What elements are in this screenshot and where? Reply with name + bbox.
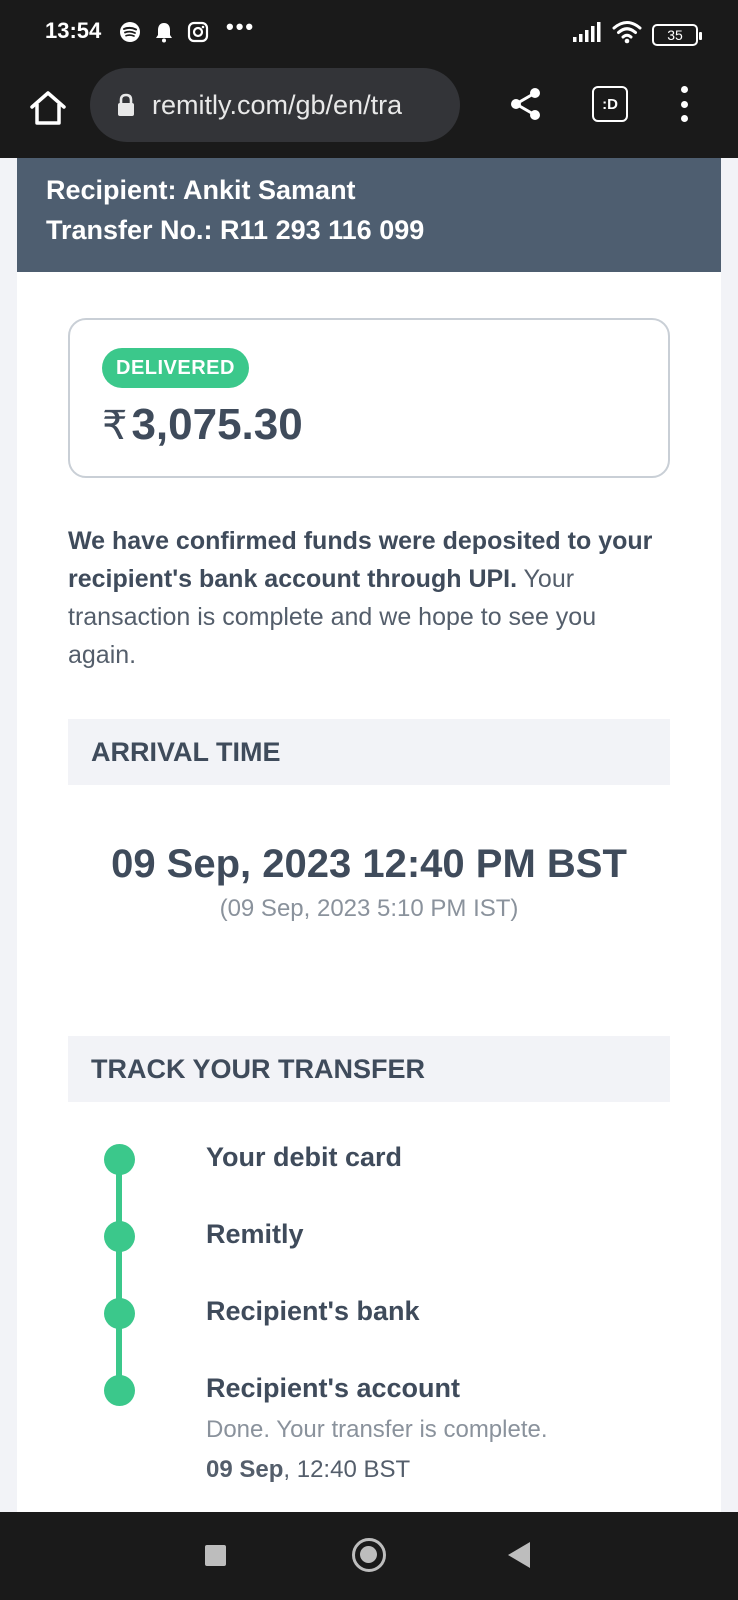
home-button[interactable] (26, 86, 70, 130)
recent-apps-button[interactable] (205, 1545, 226, 1566)
arrival-time-header: ARRIVAL TIME (68, 719, 670, 785)
transfer-details: DELIVERED ₹ 3,075.30 We have confirmed f… (17, 272, 721, 1512)
status-bar: 13:54 ••• 35 (0, 0, 738, 66)
arrival-time-local: (09 Sep, 2023 5:10 PM IST) (219, 895, 519, 922)
timeline-step-remitly: Remitly (206, 1219, 304, 1249)
timeline-dot (104, 1144, 135, 1175)
status-icons-right: 35 (572, 20, 702, 49)
timeline-step-date: 09 Sep, 12:40 BST (206, 1456, 410, 1484)
timeline-date-time: , 12:40 BST (283, 1456, 411, 1483)
more-menu-button[interactable] (672, 84, 696, 124)
timeline-date-day: 09 Sep (206, 1456, 284, 1483)
timeline-dot (104, 1221, 135, 1252)
share-button[interactable] (506, 84, 546, 124)
timeline-line (116, 1160, 122, 1400)
home-nav-button[interactable] (352, 1538, 386, 1572)
status-time: 13:54 (45, 18, 102, 43)
wifi-icon (612, 20, 642, 49)
currency-symbol: ₹ (102, 404, 128, 448)
timeline-step-recipient-bank: Recipient's bank (206, 1296, 420, 1326)
back-button[interactable] (508, 1542, 530, 1568)
instagram-icon (186, 20, 210, 44)
arrival-time: 09 Sep, 2023 12:40 PM BST (111, 842, 627, 886)
status-badge: DELIVERED (102, 348, 249, 388)
timeline-step-debit-card: Your debit card (206, 1142, 403, 1172)
track-transfer-header: TRACK YOUR TRANSFER (68, 1036, 670, 1102)
amount-card: DELIVERED ₹ 3,075.30 (68, 318, 670, 478)
share-icon (511, 88, 540, 120)
transfer-number: Transfer No.: R11 293 116 099 (46, 215, 425, 245)
confirmation-message: We have confirmed funds were deposited t… (68, 522, 668, 674)
notification-bell-icon (152, 20, 176, 44)
menu-dot (680, 100, 688, 108)
timeline-dot (104, 1298, 135, 1329)
lock-icon (118, 93, 134, 116)
spotify-icon (118, 20, 142, 44)
recipient-name: Recipient: Ankit Samant (46, 175, 356, 205)
battery-icon: 35 (652, 23, 702, 46)
menu-dot (680, 86, 688, 93)
system-nav-bar (0, 1512, 738, 1600)
transfer-timeline: Your debit card Remitly Recipient's bank… (100, 1142, 660, 1502)
status-more-icon: ••• (226, 14, 256, 39)
timeline-dot (104, 1375, 135, 1406)
home-icon (30, 91, 66, 125)
recipient-banner: Recipient: Ankit Samant Transfer No.: R1… (17, 158, 721, 272)
timeline-step-status: Done. Your transfer is complete. (206, 1416, 548, 1443)
menu-dot (680, 115, 688, 122)
url-text: remitly.com/gb/en/tra (152, 89, 403, 120)
browser-toolbar: remitly.com/gb/en/tra :D (0, 66, 738, 158)
transfer-amount: ₹ 3,075.30 (102, 400, 303, 450)
address-bar[interactable]: remitly.com/gb/en/tra (90, 68, 460, 142)
signal-icon (572, 21, 602, 48)
tab-switcher-button[interactable]: :D (592, 86, 628, 122)
timeline-step-recipient-account: Recipient's account (206, 1373, 460, 1403)
status-icons-left (118, 20, 210, 44)
amount-value: 3,075.30 (131, 400, 303, 449)
